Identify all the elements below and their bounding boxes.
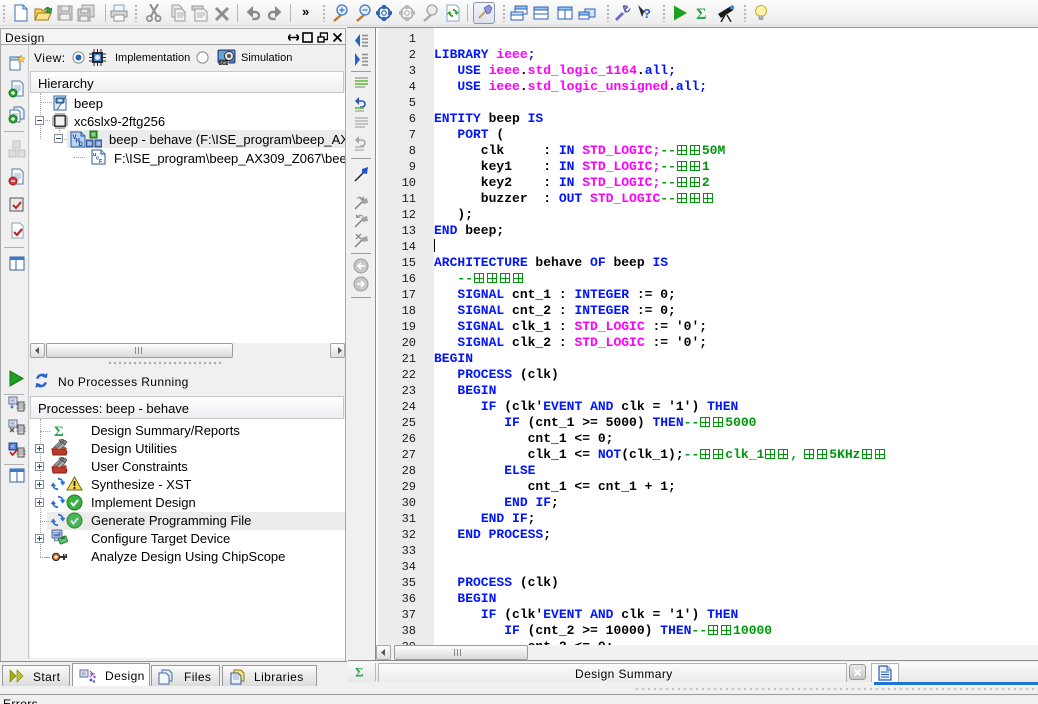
svg-text:?: ? (643, 6, 651, 21)
svg-text:Σ: Σ (696, 6, 706, 22)
svg-text:Σ: Σ (54, 424, 64, 438)
svg-text:D: D (79, 142, 84, 148)
svg-text:iSim: iSim (220, 61, 230, 67)
svg-text:Σ: Σ (355, 665, 364, 679)
